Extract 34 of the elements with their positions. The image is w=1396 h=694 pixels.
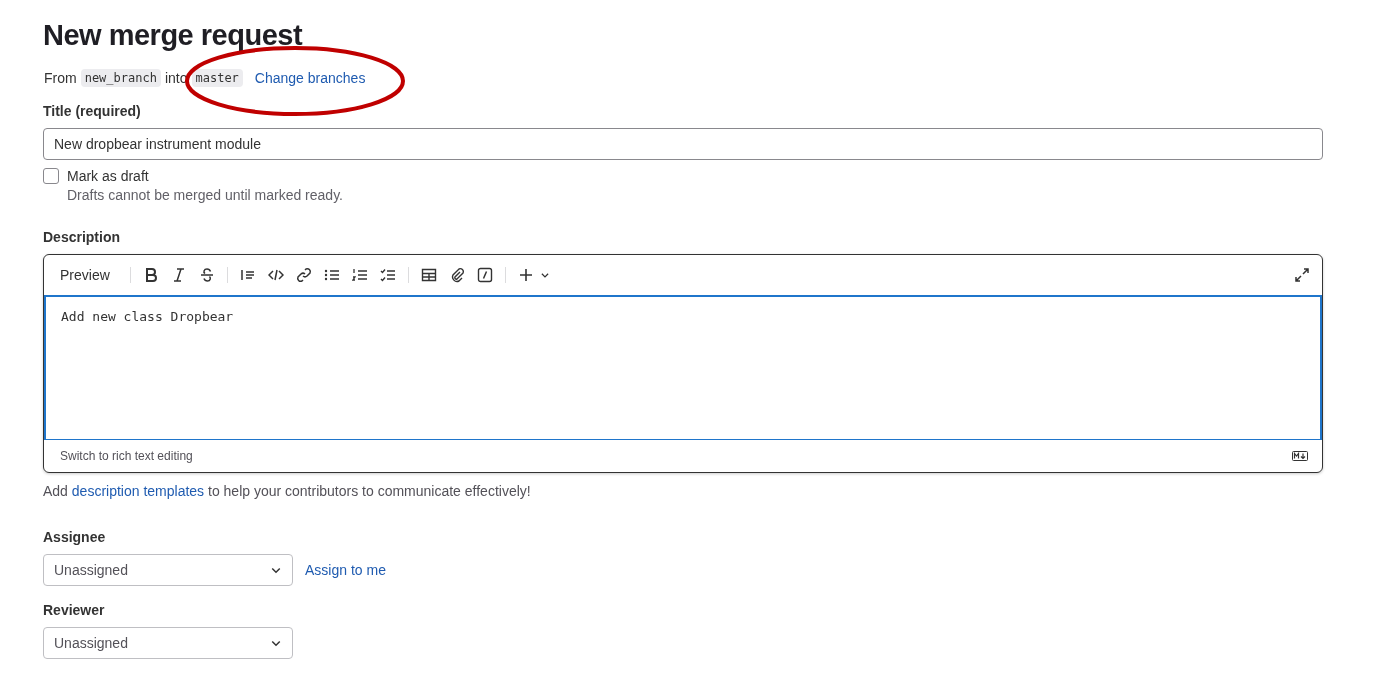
quote-icon[interactable]: [239, 267, 256, 283]
assign-to-me-link[interactable]: Assign to me: [305, 562, 386, 578]
slash-command-icon[interactable]: [476, 267, 493, 283]
draft-help-text: Drafts cannot be merged until marked ready.: [67, 187, 344, 203]
reviewer-label: Reviewer: [43, 602, 106, 618]
page-title: New merge request: [43, 18, 304, 53]
title-input[interactable]: New dropbear instrument module: [43, 128, 1323, 160]
chevron-down-icon[interactable]: [539, 270, 550, 280]
from-label: From: [44, 70, 77, 86]
expand-icon[interactable]: [1294, 267, 1310, 283]
table-icon[interactable]: [420, 267, 437, 283]
description-templates-hint: Add description templates to help your contributors to communicate effectively!: [43, 483, 532, 499]
plus-icon[interactable]: [517, 267, 534, 283]
source-branch: new_branch: [80, 69, 161, 87]
link-icon[interactable]: [295, 267, 312, 283]
preview-tab[interactable]: Preview: [52, 263, 118, 287]
description-label: Description: [43, 229, 121, 245]
markdown-icon: [1292, 451, 1308, 461]
draft-checkbox[interactable]: [43, 168, 59, 184]
assignee-dropdown[interactable]: Unassigned: [43, 554, 293, 586]
title-label: Title (required): [43, 103, 142, 119]
description-textarea[interactable]: Add new class Dropbear: [44, 295, 1322, 440]
bullet-list-icon[interactable]: [323, 267, 340, 283]
description-templates-link[interactable]: description templates: [71, 483, 205, 499]
draft-label: Mark as draft: [67, 168, 149, 184]
reviewer-dropdown[interactable]: Unassigned: [43, 627, 293, 659]
strikethrough-icon[interactable]: [198, 267, 215, 283]
code-icon[interactable]: [267, 267, 284, 283]
rich-text-toggle-link[interactable]: Switch to rich text editing: [60, 449, 193, 463]
change-branches-link[interactable]: Change branches: [254, 70, 366, 86]
numbered-list-icon[interactable]: [351, 267, 368, 283]
target-branch: master: [191, 69, 243, 87]
assignee-label: Assignee: [43, 529, 107, 545]
task-list-icon[interactable]: [379, 267, 396, 283]
